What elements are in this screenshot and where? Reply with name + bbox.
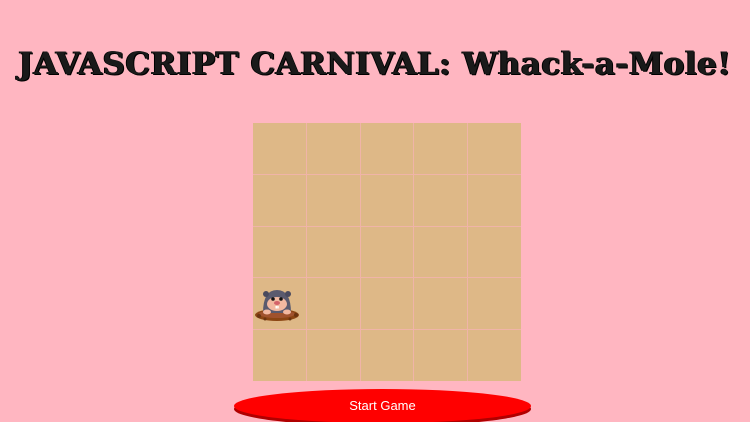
board-hole[interactable] <box>414 278 468 330</box>
board-hole[interactable] <box>253 226 306 278</box>
board-hole[interactable] <box>253 330 306 381</box>
board-hole[interactable] <box>306 174 360 226</box>
board-hole[interactable] <box>360 174 414 226</box>
board-hole[interactable] <box>414 226 468 278</box>
mole-icon[interactable] <box>253 282 303 326</box>
board-hole[interactable] <box>253 278 306 330</box>
board-hole[interactable] <box>360 278 414 330</box>
board-hole[interactable] <box>306 123 360 174</box>
board-hole[interactable] <box>360 226 414 278</box>
board-hole[interactable] <box>306 226 360 278</box>
game-board <box>253 123 521 381</box>
board-hole[interactable] <box>306 278 360 330</box>
board-hole[interactable] <box>468 226 521 278</box>
board-hole[interactable] <box>306 330 360 381</box>
board-hole[interactable] <box>414 330 468 381</box>
start-game-button[interactable]: Start Game <box>234 389 531 422</box>
board-hole[interactable] <box>253 123 306 174</box>
board-hole[interactable] <box>414 174 468 226</box>
page-title: JAVASCRIPT CARNIVAL: Whack-a-Mole! <box>18 46 732 82</box>
board-hole[interactable] <box>468 278 521 330</box>
game-page: JAVASCRIPT CARNIVAL: Whack-a-Mole! Start… <box>0 0 750 422</box>
board-hole[interactable] <box>414 123 468 174</box>
board-hole[interactable] <box>360 123 414 174</box>
board-hole[interactable] <box>468 330 521 381</box>
board-hole[interactable] <box>360 330 414 381</box>
board-hole[interactable] <box>253 174 306 226</box>
board-hole[interactable] <box>468 174 521 226</box>
board-hole[interactable] <box>468 123 521 174</box>
